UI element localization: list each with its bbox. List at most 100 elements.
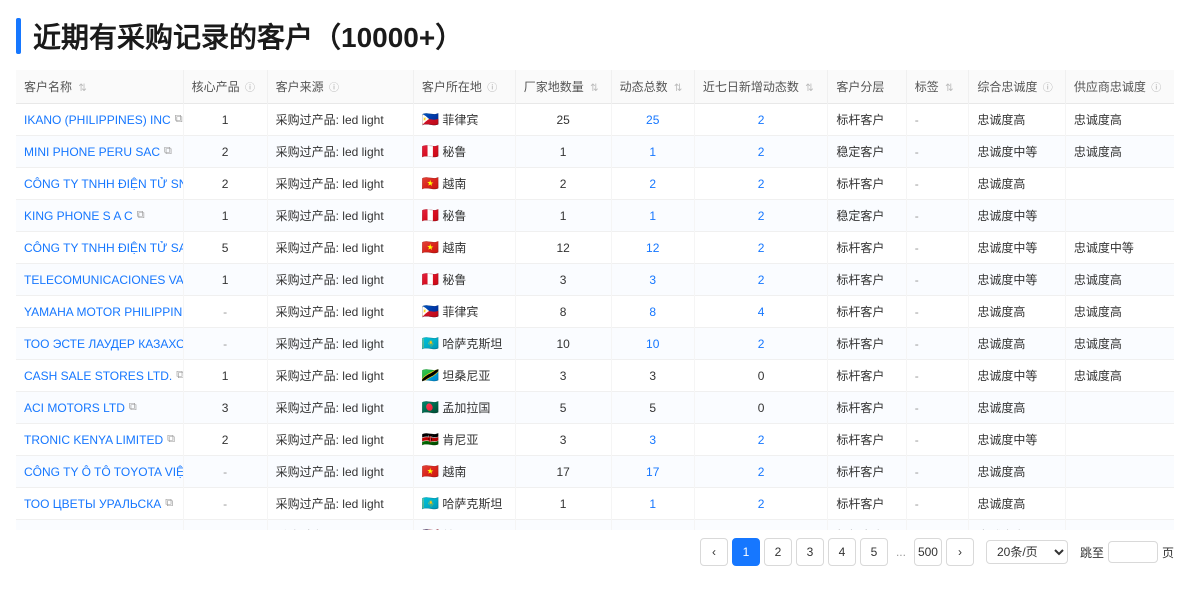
week-orders-cell: 0	[694, 360, 827, 392]
page-2-button[interactable]: 2	[764, 538, 792, 566]
customer-name-cell: IKANO (PHILIPPINES) INC ⧉	[16, 104, 183, 136]
week-orders-cell: 2	[694, 104, 827, 136]
customer-name-link[interactable]: CÔNG TY TNHH ĐIỆN TỬ SNC ... ⧉	[24, 177, 175, 191]
customer-name-link[interactable]: IKANO (PHILIPPINES) INC ⧉	[24, 113, 175, 127]
location-cell: 🇵🇭菲律宾	[413, 104, 515, 136]
customer-name-link[interactable]: KING PHONE S A C ⧉	[24, 209, 175, 223]
source-cell: 采购过产品: led light	[267, 424, 413, 456]
col-loyalty[interactable]: 综合忠诚度 ⓘ	[969, 70, 1066, 104]
customer-name-link[interactable]: CÔNG TY TNHH ĐIỆN TỬ SAMS... ⧉	[24, 241, 175, 255]
customer-name-link[interactable]: MINI PHONE PERU SAC ⧉	[24, 145, 175, 159]
location-cell: 🇻🇳越南	[413, 168, 515, 200]
copy-icon[interactable]: ⧉	[167, 433, 175, 446]
customer-name-link[interactable]: CASH SALE STORES LTD. ⧉	[24, 369, 175, 383]
customer-name-link[interactable]: TELECOMUNICACIONES VALLE ... ⧉	[24, 273, 175, 287]
total-orders-cell: 6	[611, 520, 694, 531]
suppliers-cell: 8	[515, 296, 611, 328]
customer-name-link[interactable]: CÔNG TY Ô TÔ TOYOTA VIỆT N... ⧉	[24, 465, 175, 479]
customer-name-link[interactable]: ACI MOTORS LTD ⧉	[24, 401, 175, 415]
col-source[interactable]: 客户来源 ⓘ	[267, 70, 413, 104]
tag-value: -	[915, 113, 919, 127]
page-title: 近期有采购记录的客户（10000+）	[33, 16, 463, 56]
copy-icon[interactable]: ⧉	[164, 145, 172, 158]
supplier-loyalty-cell	[1065, 200, 1174, 232]
suppliers-cell: 25	[515, 104, 611, 136]
dash: -	[223, 497, 227, 511]
copy-icon[interactable]: ⧉	[129, 401, 137, 414]
loyalty-cell: 忠诚度高	[969, 296, 1066, 328]
page-size-select[interactable]: 20条/页 50条/页 100条/页	[986, 540, 1068, 564]
segment-cell: 标杆客户	[828, 520, 906, 531]
table-row: CASH SALE STORES LTD. ⧉ 1 采购过产品: led lig…	[16, 360, 1174, 392]
col-core-product[interactable]: 核心产品 ⓘ	[183, 70, 267, 104]
page-5-button[interactable]: 5	[860, 538, 888, 566]
col-total-orders[interactable]: 动态总数 ⇅	[611, 70, 694, 104]
source-cell: 采购过产品: led light	[267, 296, 413, 328]
flag-icon: 🇵🇪	[422, 271, 439, 288]
customer-name-cell: ТОО ЭСТЕ ЛАУДЕР КАЗАХСТАН ⧉	[16, 328, 183, 360]
col-suppliers[interactable]: 厂家地数量 ⇅	[515, 70, 611, 104]
jump-label: 跳至	[1080, 544, 1104, 561]
copy-icon[interactable]: ⧉	[165, 497, 173, 510]
supplier-loyalty-cell	[1065, 168, 1174, 200]
last-page-button[interactable]: 500	[914, 538, 942, 566]
sort-icon: ⇅	[945, 83, 953, 94]
prev-page-button[interactable]: ‹	[700, 538, 728, 566]
page-1-button[interactable]: 1	[732, 538, 760, 566]
info-icon: ⓘ	[1043, 83, 1053, 94]
col-location[interactable]: 客户所在地 ⓘ	[413, 70, 515, 104]
tag-cell: -	[906, 456, 969, 488]
table-row: TRONIC KENYA LIMITED ⧉ 2 采购过产品: led ligh…	[16, 424, 1174, 456]
week-orders-cell: 2	[694, 424, 827, 456]
tag-value: -	[915, 177, 919, 191]
customer-name-cell: YAMAHA MOTOR PHILIPPINES I... ⧉	[16, 296, 183, 328]
suppliers-cell: 6	[515, 520, 611, 531]
location-cell: 🇺🇸美国	[413, 520, 515, 531]
core-product-cell: 2	[183, 424, 267, 456]
copy-icon[interactable]: ⧉	[137, 209, 145, 222]
copy-icon[interactable]: ⧉	[175, 113, 183, 126]
customer-name-link[interactable]: TRONIC KENYA LIMITED ⧉	[24, 433, 175, 447]
info-icon: ⓘ	[487, 83, 497, 94]
suppliers-cell: 2	[515, 168, 611, 200]
total-orders-cell: 12	[611, 232, 694, 264]
supplier-loyalty-cell	[1065, 520, 1174, 531]
flag-icon: 🇻🇳	[422, 239, 439, 256]
segment-cell: 标杆客户	[828, 296, 906, 328]
core-product-cell: -	[183, 328, 267, 360]
source-cell: 采购过产品: led light	[267, 520, 413, 531]
segment-cell: 标杆客户	[828, 264, 906, 296]
total-orders-cell: 2	[611, 168, 694, 200]
sort-icon: ⇅	[805, 83, 813, 94]
flag-icon: 🇰🇿	[422, 495, 439, 512]
suppliers-cell: 3	[515, 360, 611, 392]
jump-to: 跳至 页	[1080, 541, 1174, 563]
jump-input[interactable]	[1108, 541, 1158, 563]
customer-name-link[interactable]: ТОО ЦВЕТЫ УРАЛЬСКА ⧉	[24, 497, 175, 511]
table-row: CÔNG TY Ô TÔ TOYOTA VIỆT N... ⧉ - 采购过产品:…	[16, 456, 1174, 488]
col-customer-name[interactable]: 客户名称 ⇅	[16, 70, 183, 104]
total-orders-cell: 10	[611, 328, 694, 360]
col-supplier-loyalty[interactable]: 供应商忠诚度 ⓘ	[1065, 70, 1174, 104]
copy-icon[interactable]: ⧉	[176, 369, 183, 382]
col-tag[interactable]: 标签 ⇅	[906, 70, 969, 104]
title-accent-bar	[16, 18, 21, 54]
page-4-button[interactable]: 4	[828, 538, 856, 566]
col-week-orders[interactable]: 近七日新增动态数 ⇅	[694, 70, 827, 104]
col-segment[interactable]: 客户分层	[828, 70, 906, 104]
customer-name-link[interactable]: YAMAHA MOTOR PHILIPPINES I... ⧉	[24, 305, 175, 319]
table-row: ТОО ЭСТЕ ЛАУДЕР КАЗАХСТАН ⧉ - 采购过产品: led…	[16, 328, 1174, 360]
table-header-row: 客户名称 ⇅ 核心产品 ⓘ 客户来源 ⓘ 客户所在地 ⓘ	[16, 70, 1174, 104]
location-cell: 🇻🇳越南	[413, 456, 515, 488]
supplier-loyalty-cell: 忠诚度高	[1065, 360, 1174, 392]
customer-name-link[interactable]: ТОО ЭСТЕ ЛАУДЕР КАЗАХСТАН ⧉	[24, 337, 175, 351]
loyalty-cell: 忠诚度高	[969, 328, 1066, 360]
flag-icon: 🇵🇪	[422, 207, 439, 224]
next-page-button[interactable]: ›	[946, 538, 974, 566]
page-3-button[interactable]: 3	[796, 538, 824, 566]
source-cell: 采购过产品: led light	[267, 360, 413, 392]
tag-cell: -	[906, 232, 969, 264]
segment-cell: 标杆客户	[828, 488, 906, 520]
supplier-loyalty-cell	[1065, 488, 1174, 520]
tag-cell: -	[906, 488, 969, 520]
